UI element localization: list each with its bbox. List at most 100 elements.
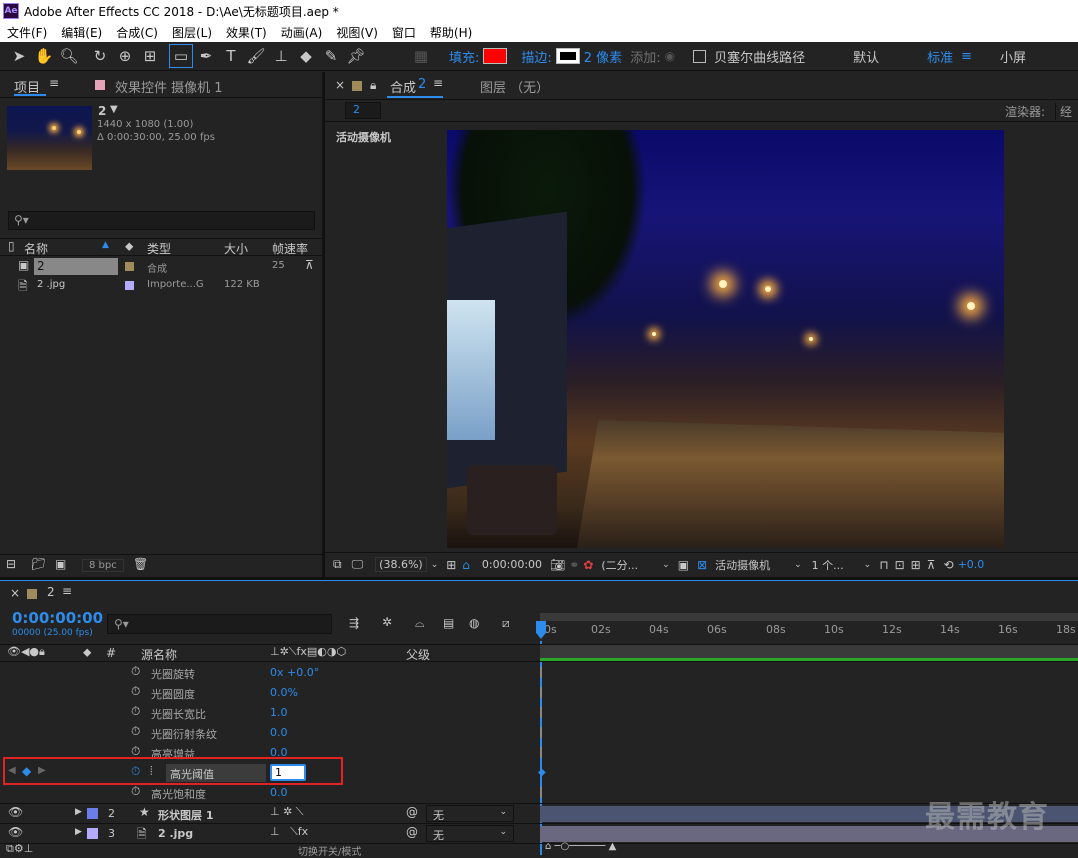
flowchart-icon[interactable]: ⊼ <box>305 258 314 272</box>
stopwatch-icon[interactable]: ⏱︎ <box>131 784 140 799</box>
item-label-color[interactable] <box>125 281 134 290</box>
tab-layer[interactable]: 图层 （无） <box>480 77 549 96</box>
zoom-slider[interactable]: ⌂ ─○────── ▲ <box>545 841 616 852</box>
eye-icon[interactable]: 👁︎ <box>8 805 23 819</box>
eye-icon[interactable]: 👁︎ <box>8 825 23 839</box>
pen-tool-icon[interactable]: ✒ <box>195 45 217 67</box>
rectangle-tool-icon[interactable]: ▭ <box>169 44 193 68</box>
property-value[interactable]: 1.0 <box>270 706 288 719</box>
keyframe-marker[interactable] <box>540 727 545 738</box>
comp-breadcrumb[interactable]: 2 <box>345 102 381 119</box>
interpret-footage-icon[interactable]: ⊟ <box>6 557 16 571</box>
lock-icon[interactable]: 🔒︎ <box>370 78 376 93</box>
chevron-down-icon[interactable]: ⌄ <box>431 560 439 570</box>
timeline-search-input[interactable]: ⚲▾ <box>107 614 332 634</box>
eraser-tool-icon[interactable]: ◆ <box>295 45 317 67</box>
tab-comp-name[interactable]: 2 <box>418 77 426 92</box>
bpc-button[interactable]: 8 bpc <box>82 559 124 572</box>
zoom-tool-icon[interactable]: 🔍︎ <box>58 45 80 67</box>
tab-menu-icon[interactable]: ≡ <box>62 584 72 598</box>
brush-tool-icon[interactable]: 🖌︎ <box>245 45 267 67</box>
keyframe-marker[interactable] <box>540 687 545 698</box>
comp-mini-flowchart-icon[interactable]: ⇶ <box>349 616 359 630</box>
snap-icon[interactable]: ▦ <box>410 45 432 67</box>
trash-icon[interactable]: 🗑︎ <box>133 557 148 571</box>
col-source-name[interactable]: 源名称 <box>141 646 177 663</box>
property-row[interactable]: ⏱︎ 光圈衍射条纹 0.0 <box>0 723 535 743</box>
timeline-tab[interactable]: 2 <box>47 585 55 599</box>
pan-behind-tool-icon[interactable]: ⊞ <box>139 45 161 67</box>
shy-icon[interactable]: ⌓ <box>415 616 425 631</box>
tab-menu-icon[interactable]: ≡ <box>49 76 59 90</box>
workspace-small[interactable]: 小屏 <box>1000 47 1026 66</box>
keyframe-marker[interactable] <box>540 707 545 718</box>
motion-blur-icon[interactable]: ◍ <box>469 616 479 630</box>
stopwatch-icon[interactable]: ⏱︎ <box>131 684 140 699</box>
parent-dropdown[interactable]: 无 ⌄ <box>426 805 514 822</box>
col-name[interactable]: 名称 <box>24 240 48 257</box>
transparency-grid-icon[interactable]: ⊠ <box>697 558 707 572</box>
property-value[interactable]: 0.0 <box>270 786 288 799</box>
workspace-standard[interactable]: 标准 <box>927 47 953 66</box>
chevron-down-icon[interactable]: ⌄ <box>794 560 802 570</box>
layer-switches[interactable]: ⊥ ✲ ⟍ <box>270 805 304 819</box>
close-tab-icon[interactable]: × <box>335 78 345 92</box>
type-tool-icon[interactable]: T <box>220 45 242 67</box>
draft-3d-icon[interactable]: ✲ <box>382 615 392 629</box>
stopwatch-icon[interactable]: ⏱︎ <box>131 724 140 739</box>
pickwhip-icon[interactable]: @ <box>406 825 418 839</box>
view-layout-dropdown[interactable]: 1 个... <box>812 557 844 573</box>
keyframe-marker[interactable] <box>540 787 545 798</box>
safe-zones-icon[interactable]: ⊞ <box>446 558 456 572</box>
timeline-timecode[interactable]: 0:00:00:00 <box>12 609 103 627</box>
layer-label-color[interactable] <box>87 828 98 839</box>
time-ruler[interactable]: 0s 02s 04s 06s 08s 10s 12s 14s 16s 18s <box>540 621 1078 641</box>
project-item-row[interactable]: ▣ 2 合成 25 ⊼ <box>0 257 322 276</box>
timeline-icon[interactable]: ⊞ <box>911 558 921 572</box>
keyframe-marker[interactable] <box>540 747 545 758</box>
menu-animation[interactable]: 动画(A) <box>281 24 323 41</box>
selection-tool-icon[interactable]: ➤ <box>8 45 30 67</box>
layer-row[interactable]: 👁︎ ▶ 2 ★ 形状图层 1 ⊥ ✲ ⟍ @ 无 ⌄ <box>0 803 1078 823</box>
work-area-bar[interactable] <box>540 613 1078 621</box>
exposure-value[interactable]: +0.0 <box>958 558 985 571</box>
property-row[interactable]: ⏱︎ 高光饱和度 0.0 <box>0 783 535 803</box>
keyframe-diamond[interactable]: ◆ <box>538 767 546 778</box>
zoom-dropdown[interactable]: (38.6%) <box>375 557 427 572</box>
comp-viewer-image[interactable] <box>447 130 1004 548</box>
clone-stamp-tool-icon[interactable]: ⊥ <box>270 45 292 67</box>
layer-switches[interactable]: ⊥ ⟍fx <box>270 825 308 839</box>
menu-file[interactable]: 文件(F) <box>7 24 47 41</box>
project-item-row[interactable]: 🗎︎ 2 .jpg Importe...G 122 KB <box>0 276 322 295</box>
pickwhip-icon[interactable]: @ <box>406 805 418 819</box>
stroke-color-swatch[interactable] <box>555 48 580 64</box>
tab-composition[interactable]: 合成 <box>390 77 416 96</box>
menu-edit[interactable]: 编辑(E) <box>61 24 102 41</box>
chevron-down-icon[interactable]: ⌄ <box>662 560 670 570</box>
new-folder-icon[interactable]: 📁︎ <box>31 557 46 571</box>
chevron-down-icon[interactable]: ⌄ <box>864 560 872 570</box>
rotate-tool-icon[interactable]: ↻ <box>89 45 111 67</box>
renderer-dropdown[interactable]: 经 <box>1055 103 1072 120</box>
property-row[interactable]: ⏱︎ 光圈圆度 0.0% <box>0 683 535 703</box>
pixel-aspect-icon[interactable]: ⊓ <box>879 558 888 572</box>
flowchart-icon[interactable]: ⊼ <box>927 558 936 572</box>
property-value[interactable]: 0x +0.0° <box>270 666 319 679</box>
workspace-default[interactable]: 默认 <box>853 47 879 66</box>
reset-exposure-icon[interactable]: ⟲ <box>944 558 954 572</box>
snapshot-icon[interactable]: 📷︎ <box>550 558 565 572</box>
property-row[interactable]: ⏱︎ 光圈旋转 0x +0.0° <box>0 663 535 683</box>
stroke-width[interactable]: 2 像素 <box>584 47 622 66</box>
layer-name[interactable]: 形状图层 1 <box>158 807 213 823</box>
comp-dropdown-icon[interactable]: ▼ <box>110 104 118 115</box>
tab-menu-icon[interactable]: ≡ <box>433 76 443 90</box>
monitor-icon[interactable]: 🖵︎ <box>352 557 364 572</box>
layer-row[interactable]: 👁︎ ▶ 3 🗎︎ 2 .jpg ⊥ ⟍fx @ 无 ⌄ <box>0 823 1078 843</box>
show-snapshot-icon[interactable]: ⚭ <box>569 558 579 572</box>
property-value[interactable]: 0.0 <box>270 726 288 739</box>
col-type[interactable]: 类型 <box>147 240 171 257</box>
always-preview-icon[interactable]: ⧉ <box>333 557 342 572</box>
col-fps[interactable]: 帧速率 <box>272 240 308 257</box>
new-comp-icon[interactable]: ▣ <box>55 557 66 571</box>
menu-effect[interactable]: 效果(T) <box>226 24 267 41</box>
